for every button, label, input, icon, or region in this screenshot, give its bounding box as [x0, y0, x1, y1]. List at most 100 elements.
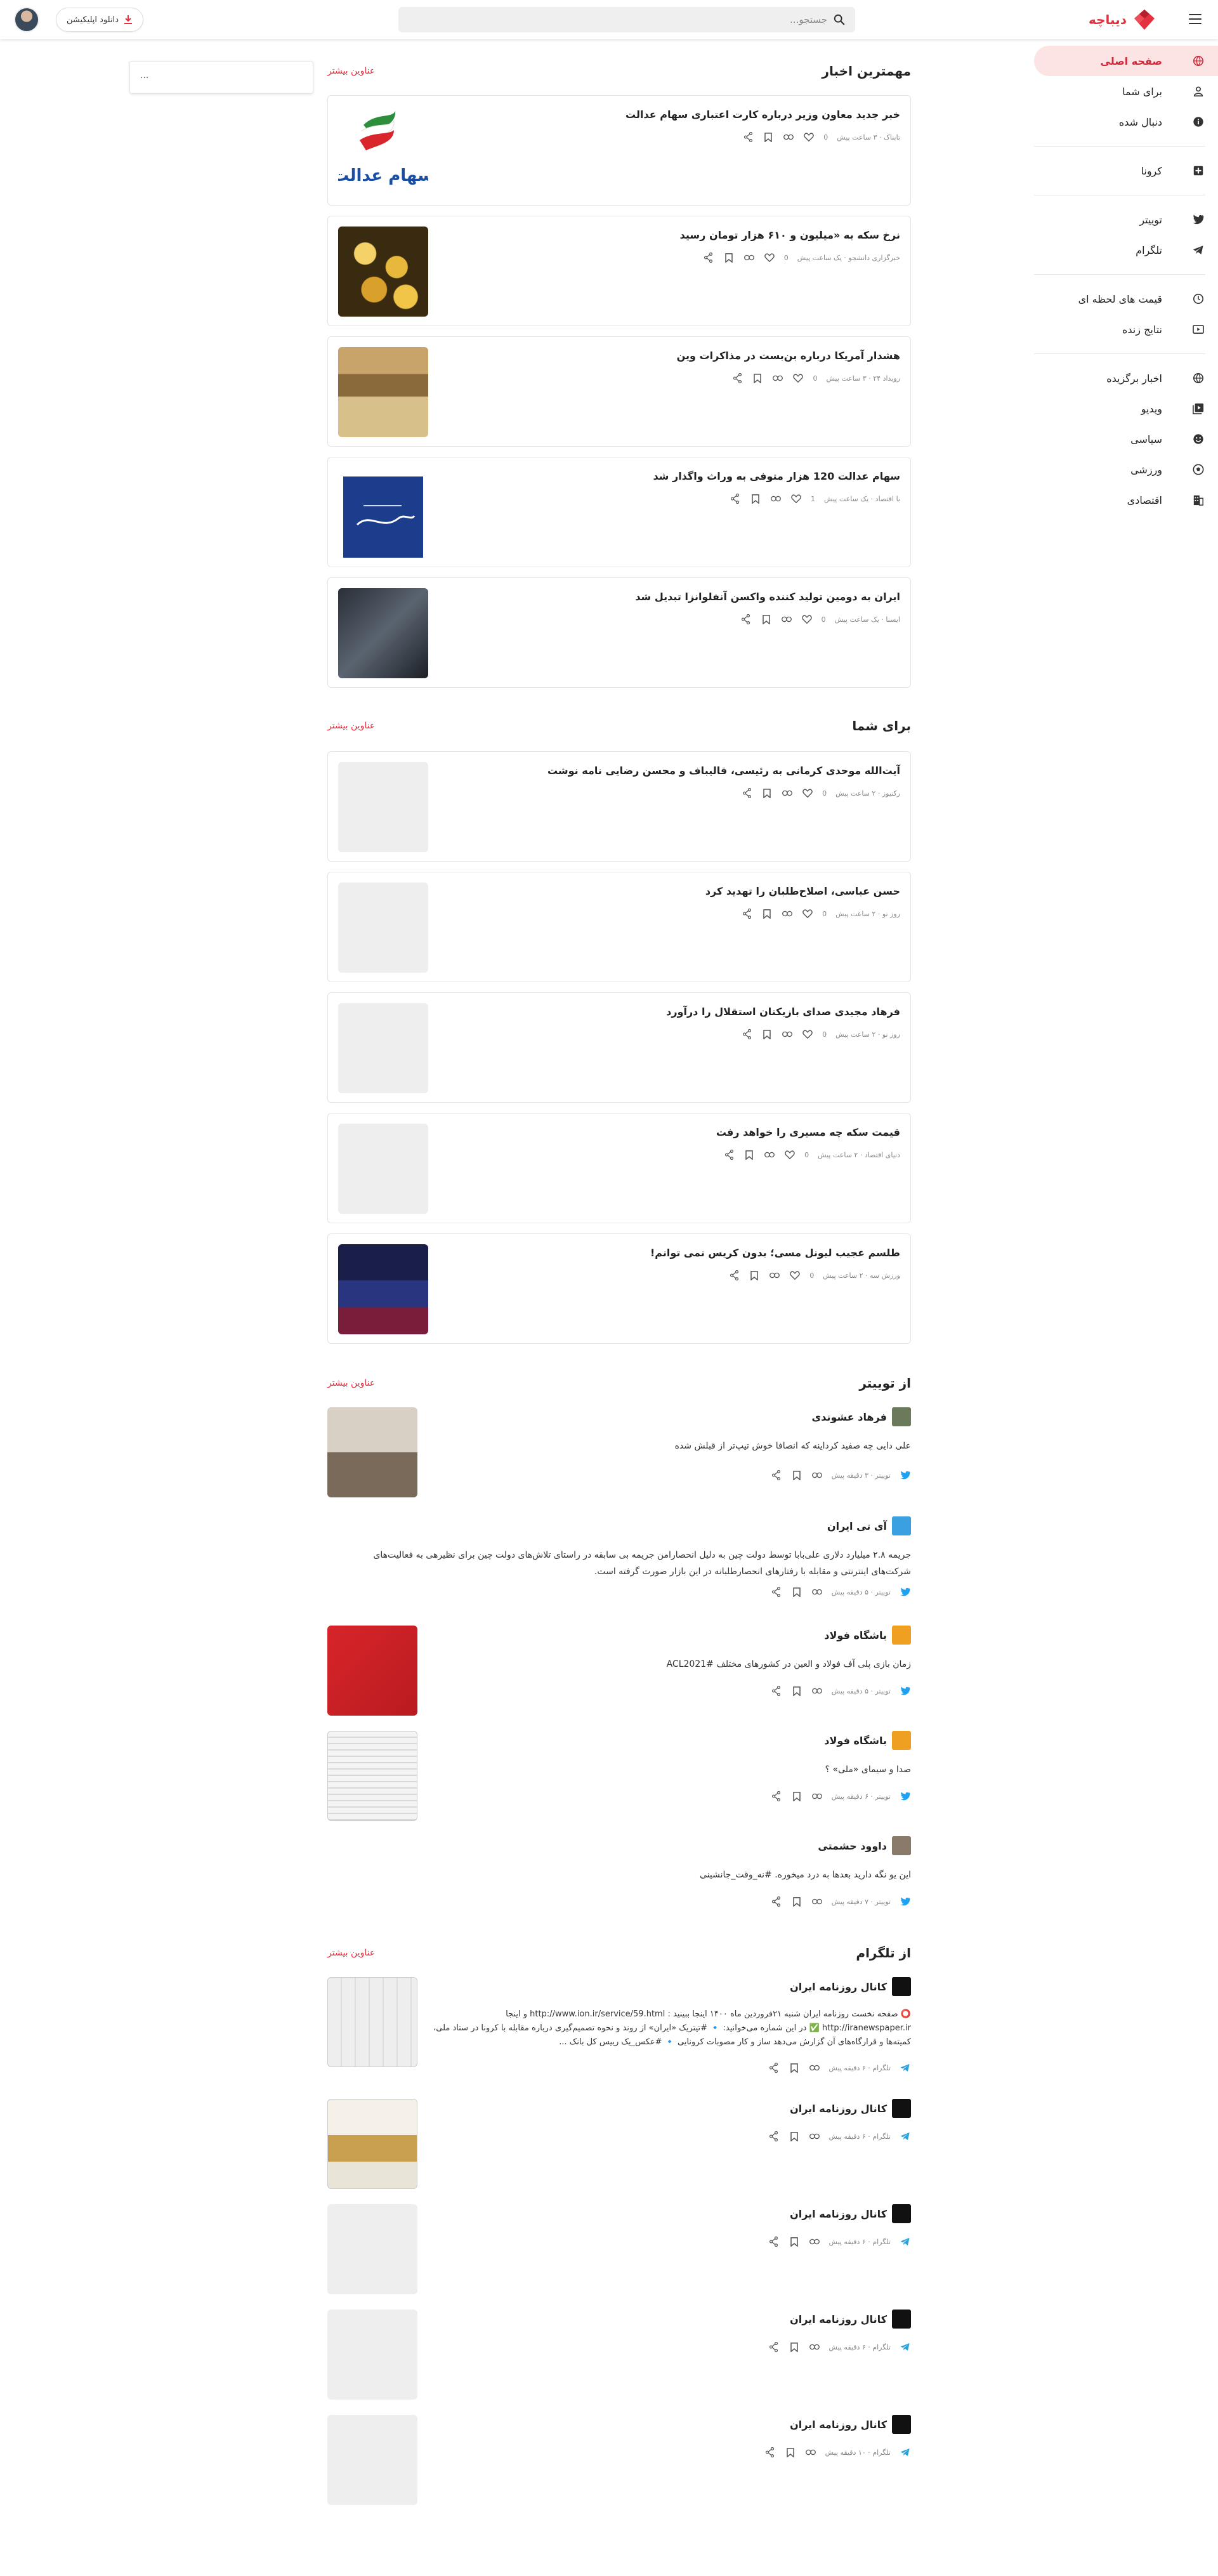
news-card[interactable]: سهام عدالت خبر جدید معاون وزیر درباره کا… — [327, 95, 911, 206]
telegram-channel[interactable]: کانال روزنامه ایران — [790, 2310, 911, 2329]
telegram-image-placeholder[interactable] — [327, 2310, 417, 2400]
news-thumbnail-placeholder[interactable] — [338, 883, 428, 973]
more-link[interactable]: عناوین بیشتر — [327, 1378, 375, 1388]
telegram-post[interactable]: کانال روزنامه ایران تلگرام · ۶ دقیقه پیش — [327, 2310, 911, 2405]
heart-icon[interactable] — [802, 787, 813, 799]
telegram-image-placeholder[interactable] — [327, 2415, 417, 2505]
bookmark-icon[interactable] — [761, 908, 773, 919]
bookmark-icon[interactable] — [723, 252, 735, 263]
tweet-author[interactable]: فرهاد عشوندی — [812, 1407, 911, 1426]
news-title[interactable]: هشدار آمریکا درباره بن‌بست در مذاکرات وی… — [677, 350, 900, 362]
link-icon[interactable] — [770, 493, 782, 504]
news-title[interactable]: خبر جدید معاون وزیر درباره کارت اعتباری … — [625, 108, 900, 121]
sidebar-item-live-results[interactable]: نتایج زنده — [1034, 314, 1218, 345]
telegram-image-placeholder[interactable] — [327, 2204, 417, 2294]
link-icon[interactable] — [743, 252, 755, 263]
link-icon[interactable] — [781, 614, 792, 625]
news-title[interactable]: نرخ سکه به «میلیون و ۶۱۰ هزار تومان رسید — [680, 229, 900, 241]
heart-icon[interactable] — [801, 614, 813, 625]
share-icon[interactable] — [731, 372, 743, 384]
tweet-author[interactable]: باشگاه فولاد — [824, 1626, 911, 1645]
news-thumbnail[interactable] — [338, 588, 428, 678]
news-title[interactable]: آیت‌الله موحدی کرمانی به رئیسی، قالیباف … — [547, 765, 900, 777]
news-thumbnail[interactable] — [338, 468, 428, 558]
heart-icon[interactable] — [764, 252, 775, 263]
link-icon[interactable] — [772, 372, 783, 384]
side-widget[interactable]: ... — [129, 61, 313, 94]
tweet-author[interactable]: آی تی ایران — [827, 1516, 911, 1535]
sidebar-item-sports[interactable]: ورزشی — [1034, 454, 1218, 485]
telegram-post[interactable]: کانال روزنامه ایران تلگرام · ۱۰ دقیقه پی… — [327, 2415, 911, 2510]
share-icon[interactable] — [771, 1896, 782, 1907]
telegram-post[interactable]: کانال روزنامه ایران تلگرام · ۶ دقیقه پیش — [327, 2099, 911, 2194]
bookmark-icon[interactable] — [791, 1896, 802, 1907]
share-icon[interactable] — [742, 131, 754, 143]
heart-icon[interactable] — [802, 908, 813, 919]
tweet-item[interactable]: آی تی ایران جریمه ۲.۸ میلیارد دلاری علی‌… — [327, 1516, 911, 1605]
telegram-channel[interactable]: کانال روزنامه ایران — [790, 2099, 911, 2118]
avatar[interactable] — [14, 7, 39, 32]
news-card[interactable]: آیت‌الله موحدی کرمانی به رئیسی، قالیباف … — [327, 751, 911, 862]
bookmark-icon[interactable] — [750, 493, 761, 504]
share-icon[interactable] — [771, 1791, 782, 1802]
link-icon[interactable] — [811, 1685, 823, 1697]
download-app-button[interactable]: دانلود اپلیکیشن — [56, 8, 143, 32]
tweet-image[interactable] — [327, 1626, 417, 1716]
link-icon[interactable] — [805, 2447, 816, 2458]
bookmark-icon[interactable] — [791, 1586, 802, 1598]
search-bar[interactable] — [398, 7, 855, 32]
news-thumbnail[interactable] — [338, 227, 428, 317]
share-icon[interactable] — [728, 1270, 740, 1281]
share-icon[interactable] — [768, 2236, 780, 2247]
tweet-image[interactable] — [327, 1731, 417, 1821]
telegram-post[interactable]: کانال روزنامه ایران تلگرام · ۶ دقیقه پیش — [327, 2204, 911, 2299]
bookmark-icon[interactable] — [743, 1149, 755, 1160]
news-title[interactable]: سهام عدالت 120 هزار متوفی به وراث واگذار… — [653, 470, 900, 482]
sidebar-item-live-prices[interactable]: قیمت های لحظه ای — [1034, 284, 1218, 314]
search-input[interactable] — [447, 14, 827, 25]
menu-icon[interactable] — [1189, 14, 1202, 24]
link-icon[interactable] — [809, 2062, 820, 2073]
news-card[interactable]: هشدار آمریکا درباره بن‌بست در مذاکرات وی… — [327, 336, 911, 447]
bookmark-icon[interactable] — [785, 2447, 796, 2458]
link-icon[interactable] — [783, 131, 794, 143]
heart-icon[interactable] — [803, 131, 815, 143]
bookmark-icon[interactable] — [761, 787, 773, 799]
news-card[interactable]: طلسم عجیب لیونل مسی؛ بدون کریس نمی توانم… — [327, 1233, 911, 1344]
heart-icon[interactable] — [802, 1028, 813, 1040]
news-card[interactable]: حسن عباسی، اصلاح‌طلبان را تهدید کرد روز … — [327, 872, 911, 982]
news-thumbnail-placeholder[interactable] — [338, 1003, 428, 1093]
bookmark-icon[interactable] — [789, 2131, 800, 2142]
link-icon[interactable] — [782, 908, 793, 919]
news-card[interactable]: قیمت سکه چه مسیری را خواهد رفت دنیای اقت… — [327, 1113, 911, 1223]
link-icon[interactable] — [811, 1896, 823, 1907]
bookmark-icon[interactable] — [791, 1685, 802, 1697]
heart-icon[interactable] — [790, 493, 802, 504]
share-icon[interactable] — [771, 1469, 782, 1481]
bookmark-icon[interactable] — [752, 372, 763, 384]
tweet-item[interactable]: باشگاه فولاد صدا و سیمای «ملی» ؟ توییتر … — [327, 1731, 911, 1826]
bookmark-icon[interactable] — [791, 1791, 802, 1802]
more-link[interactable]: عناوین بیشتر — [327, 1948, 375, 1958]
sidebar-item-twitter[interactable]: توییتر — [1034, 204, 1218, 235]
link-icon[interactable] — [809, 2131, 820, 2142]
link-icon[interactable] — [809, 2341, 820, 2353]
tweet-image[interactable] — [327, 1407, 417, 1497]
share-icon[interactable] — [740, 614, 752, 625]
share-icon[interactable] — [768, 2341, 780, 2353]
telegram-channel[interactable]: کانال روزنامه ایران — [790, 2415, 911, 2434]
share-icon[interactable] — [768, 2131, 780, 2142]
sidebar-item-featured[interactable]: اخبار برگزیده — [1034, 363, 1218, 393]
share-icon[interactable] — [764, 2447, 776, 2458]
bookmark-icon[interactable] — [789, 2062, 800, 2073]
news-card[interactable]: سهام عدالت 120 هزار متوفی به وراث واگذار… — [327, 457, 911, 567]
heart-icon[interactable] — [784, 1149, 796, 1160]
telegram-post[interactable]: کانال روزنامه ایران ⭕ صفحه نخست روزنامه … — [327, 1977, 911, 2073]
logo[interactable]: دیباچه — [1089, 6, 1157, 33]
link-icon[interactable] — [782, 1028, 793, 1040]
bookmark-icon[interactable] — [789, 2341, 800, 2353]
share-icon[interactable] — [723, 1149, 735, 1160]
sidebar-item-video[interactable]: ویدیو — [1034, 393, 1218, 424]
news-card[interactable]: فرهاد مجیدی صدای بازیکنان استقلال را درآ… — [327, 992, 911, 1103]
sidebar-item-home[interactable]: صفحه اصلی — [1034, 46, 1218, 76]
